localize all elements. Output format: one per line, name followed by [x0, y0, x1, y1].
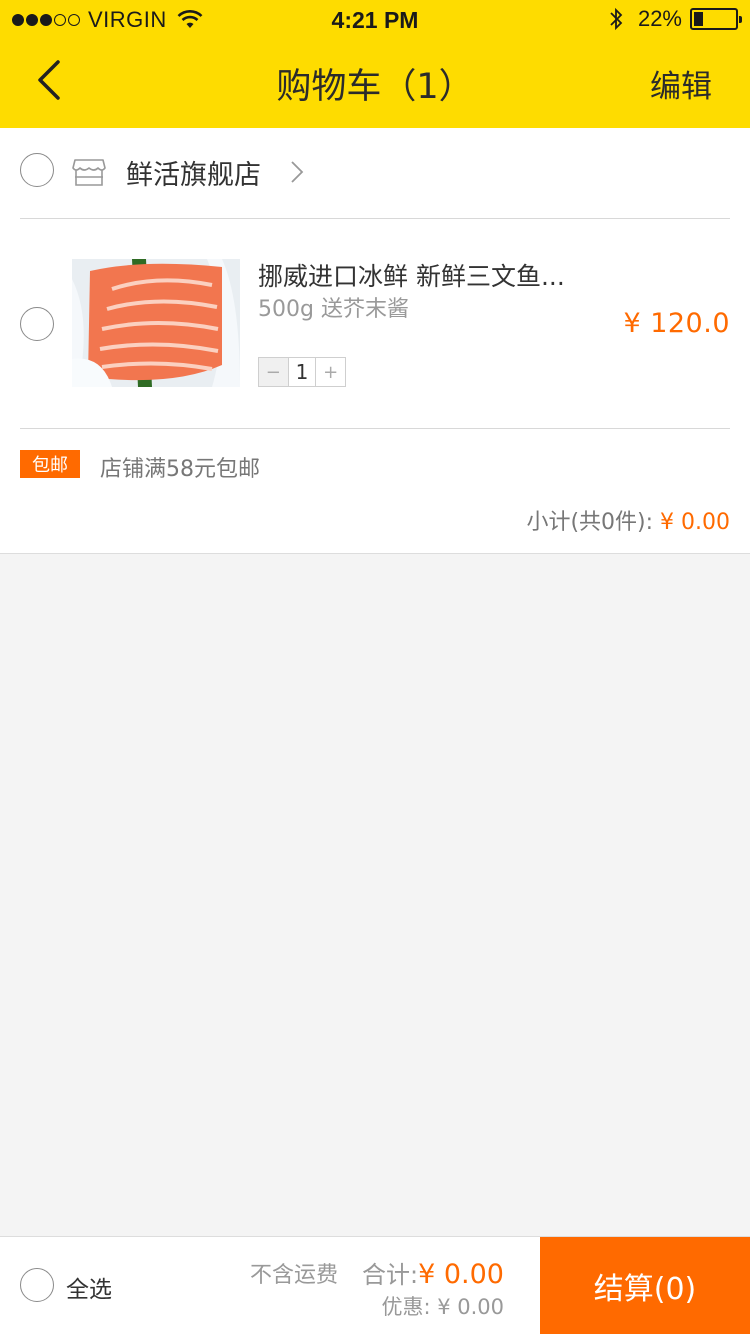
divider: [20, 218, 730, 219]
status-right: 22%: [608, 6, 742, 32]
item-select-checkbox[interactable]: [20, 307, 54, 341]
subtotal-label: 小计(共0件):: [526, 510, 661, 535]
quantity-stepper: − 1 +: [258, 357, 346, 387]
store-cart-group: 鲜活旗舰店 挪威进口冰鲜 新鲜三文鱼... 500g 送芥末酱 ¥ 120.0 …: [0, 128, 750, 554]
free-shipping-badge: 包邮: [20, 450, 80, 478]
subtotal: 小计(共0件): ¥ 0.00: [526, 504, 730, 536]
store-icon: [72, 159, 106, 186]
page-title: 购物车（1）: [276, 67, 474, 107]
select-all-label[interactable]: 全选: [66, 1270, 112, 1304]
product-spec: 500g 送芥末酱: [258, 297, 409, 322]
increase-quantity-button[interactable]: +: [316, 358, 345, 386]
discount-amount: 优惠: ¥ 0.00: [381, 1295, 504, 1319]
shipping-excluded-note: 不含运费: [250, 1263, 339, 1288]
app-header: VIRGIN 4:21 PM 22% 购物车（1） 编辑: [0, 0, 750, 128]
product-title[interactable]: 挪威进口冰鲜 新鲜三文鱼...: [258, 257, 565, 293]
store-name-link[interactable]: 鲜活旗舰店: [126, 153, 261, 192]
total: 合计:¥ 0.00: [362, 1255, 504, 1290]
nav-bar: 购物车（1） 编辑: [0, 40, 750, 128]
bluetooth-icon: [610, 7, 623, 31]
shipping-promo-text: 店铺满58元包邮: [100, 457, 260, 482]
store-header: 鲜活旗舰店: [0, 128, 750, 218]
checkout-bar: 全选 不含运费 合计:¥ 0.00 优惠: ¥ 0.00 结算(0): [0, 1236, 750, 1334]
divider: [20, 428, 730, 429]
quantity-value[interactable]: 1: [287, 358, 317, 386]
store-select-checkbox[interactable]: [20, 153, 54, 187]
edit-button[interactable]: 编辑: [650, 61, 712, 106]
battery-icon: [690, 8, 742, 30]
select-all-checkbox[interactable]: [20, 1268, 54, 1302]
chevron-right-icon[interactable]: [290, 160, 304, 184]
product-image[interactable]: [72, 259, 240, 387]
salmon-image: [72, 259, 240, 387]
checkout-button[interactable]: 结算(0): [540, 1237, 750, 1334]
total-label: 合计:: [362, 1261, 419, 1289]
battery-percent: 22%: [637, 6, 682, 31]
subtotal-amount: ¥ 0.00: [660, 510, 730, 535]
battery-level: [694, 12, 703, 26]
total-amount: ¥ 0.00: [418, 1259, 504, 1290]
status-bar: VIRGIN 4:21 PM 22%: [0, 0, 750, 40]
decrease-quantity-button[interactable]: −: [259, 358, 288, 386]
product-price: ¥ 120.0: [623, 308, 730, 339]
